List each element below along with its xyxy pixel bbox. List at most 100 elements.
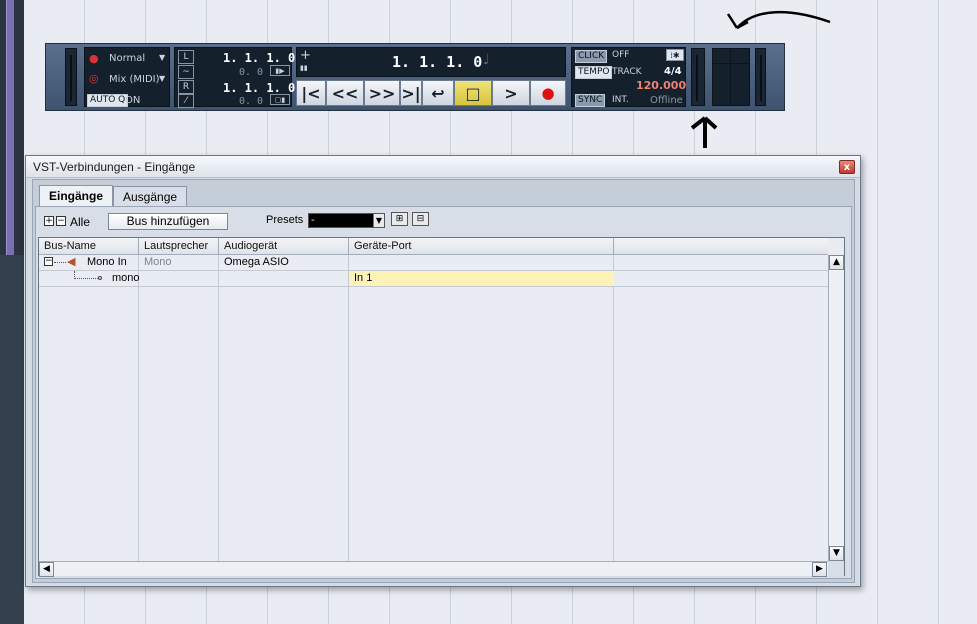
column-header-bus-name[interactable]: Bus-Name [39,238,139,254]
table-row[interactable]: − ◀ Mono In Mono Omega ASIO [39,255,828,271]
auto-quantize-button[interactable]: AUTO Q [87,94,129,107]
left-locator-sub: 0. 0 [239,67,264,78]
left-locator-icon[interactable]: L [178,50,194,64]
tempo-value[interactable]: 120.000 [636,79,686,92]
output-level-meter [712,48,750,106]
close-button[interactable]: x [839,160,855,174]
column-header-audio-device[interactable]: Audiogerät [219,238,349,254]
audio-device-cell[interactable] [219,271,224,286]
dialog-body: Eingänge Ausgänge + − Alle Bus hinzufüge… [32,179,855,583]
bus-table: Bus-Name Lautsprecher Audiogerät Geräte-… [38,237,845,577]
play-button[interactable]: > [492,80,530,106]
device-port-cell[interactable] [349,255,354,270]
table-header: Bus-Name Lautsprecher Audiogerät Geräte-… [39,238,828,255]
presets-select[interactable]: - ▼ [308,213,385,228]
bus-name-cell[interactable]: mono [107,271,140,286]
record-icon: ● [541,84,555,102]
dialog-toolbar: + − Alle Bus hinzufügen Presets - ▼ ⊞ ⊟ [36,207,851,237]
scroll-up-icon[interactable]: ▲ [829,255,844,270]
position-value[interactable]: 1. 1. 1. 0 [392,53,482,71]
auto-quantize-value: ON [125,95,141,106]
click-tempo-sync-panel: CLICK OFF ⁞✱ TEMPO TRACK 4/4 120.000 SYN… [571,47,686,107]
dialog-title: VST-Verbindungen - Eingänge [33,160,196,174]
column-header-empty [614,238,828,254]
fast-forward-icon: >> [368,83,396,103]
pre-roll-icon[interactable]: ▮▶ [270,65,290,76]
channel-node-icon [98,276,102,280]
tempo-mode: TRACK [612,67,642,77]
activity-meter [691,48,705,106]
fast-forward-button[interactable]: >> [364,80,400,106]
rewind-button[interactable]: << [326,80,364,106]
stop-button[interactable]: □ [454,80,492,106]
audio-device-cell[interactable]: Omega ASIO [219,255,289,270]
scroll-right-icon[interactable]: ▶ [812,562,827,577]
cycle-icon: ↩ [431,83,445,103]
track-color-strip [6,0,14,255]
precount-mode-select[interactable]: Normal [109,53,145,64]
speaker-icon: ◀ [67,255,76,268]
play-icon: > [504,83,518,103]
stop-icon: □ [465,83,481,103]
locator-panel: L ~ 1. 1. 1. 0 0. 0 ▮▶ R ⁄ 1. 1. 1. 0 0.… [174,47,295,108]
record-button[interactable]: ● [530,80,566,106]
punch-out-icon[interactable]: ⁄ [178,94,194,108]
record-dot-icon: ● [89,52,99,65]
vst-connections-dialog: VST-Verbindungen - Eingänge x Eingänge A… [25,155,861,587]
bus-name-cell[interactable]: Mono In [82,255,127,270]
chevron-down-icon[interactable]: ▼ [373,214,384,227]
transport-bar: ● Normal ▼ ◎ Mix (MIDI) ▼ AUTO Q ON L ~ … [45,43,785,111]
speaker-cell[interactable]: Mono [139,255,172,270]
rewind-icon: << [331,83,359,103]
collapse-row-icon[interactable]: − [44,257,53,266]
input-level-fader[interactable] [65,48,77,106]
post-roll-icon[interactable]: ▢▮ [270,94,290,105]
output-fader[interactable] [755,48,766,106]
time-signature[interactable]: 4/4 [664,66,682,77]
chevron-down-icon[interactable]: ▼ [159,53,165,62]
presets-value: - [311,215,315,226]
expand-all-icon[interactable]: + [44,216,54,226]
left-locator-value[interactable]: 1. 1. 1. 0 [223,51,295,65]
cycle-record-icon: ◎ [89,72,99,85]
punch-in-icon[interactable]: ~ [178,65,194,79]
speaker-cell[interactable] [139,271,144,286]
column-header-device-port[interactable]: Geräte-Port [349,238,614,254]
position-bar-icon: ▮▮ [300,64,308,72]
right-locator-icon[interactable]: R [178,80,194,94]
click-value: OFF [612,50,630,60]
left-panel-bottom [0,255,24,624]
scrollbar-corner [828,561,844,576]
cycle-button[interactable]: ↩ [422,80,454,106]
collapse-all-icon[interactable]: − [56,216,66,226]
chevron-down-icon[interactable]: ▼ [159,74,165,83]
dialog-titlebar[interactable]: VST-Verbindungen - Eingänge x [26,156,860,178]
position-plus-icon[interactable]: + [300,48,311,63]
scroll-down-icon[interactable]: ▼ [829,546,844,561]
device-port-cell[interactable]: In 1 [349,271,614,286]
tab-panel: + − Alle Bus hinzufügen Presets - ▼ ⊞ ⊟ … [35,206,852,579]
right-locator-value[interactable]: 1. 1. 1. 0 [223,81,295,95]
column-header-speaker[interactable]: Lautsprecher [139,238,219,254]
sync-button[interactable]: SYNC [575,94,606,107]
vertical-scrollbar[interactable]: ▲ ▼ [828,255,844,561]
go-to-start-button[interactable]: |< [296,80,326,106]
go-to-end-button[interactable]: >| [400,80,422,106]
presets-label: Presets [266,214,304,226]
horizontal-scrollbar[interactable]: ◀ ▶ [39,561,828,577]
tab-inputs[interactable]: Eingänge [39,185,114,207]
tempo-button[interactable]: TEMPO [575,66,613,79]
record-mode-select[interactable]: Mix (MIDI) [109,74,160,85]
remove-preset-icon[interactable]: ⊟ [412,212,429,226]
expand-all-label: Alle [70,215,91,229]
record-mode-panel: ● Normal ▼ ◎ Mix (MIDI) ▼ AUTO Q ON [84,47,170,107]
tab-outputs[interactable]: Ausgänge [113,186,188,207]
right-locator-sub: 0. 0 [239,96,264,107]
click-button[interactable]: CLICK [575,50,608,63]
metronome-settings-icon[interactable]: ⁞✱ [666,49,684,61]
close-icon: x [843,161,851,173]
scroll-left-icon[interactable]: ◀ [39,562,54,577]
add-bus-button[interactable]: Bus hinzufügen [108,213,228,230]
table-row[interactable]: mono In 1 [39,271,828,287]
save-preset-icon[interactable]: ⊞ [391,212,408,226]
